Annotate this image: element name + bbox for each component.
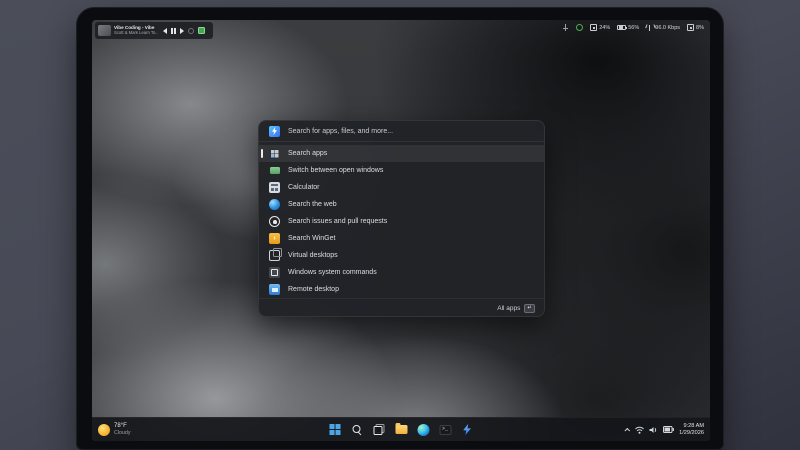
edge-button[interactable] [417, 423, 430, 436]
system-commands-icon [269, 267, 280, 278]
pause-icon[interactable] [171, 28, 176, 34]
system-tray: 9:28 AM 1/29/2026 [626, 418, 704, 441]
media-text: Vibe Coding - Vibe Scott & Mark Learn To… [114, 25, 158, 35]
weather-condition: Cloudy [114, 430, 131, 436]
file-explorer-button[interactable] [395, 423, 408, 436]
all-apps-button[interactable]: All apps [497, 305, 520, 312]
launcher-item-system-commands[interactable]: Windows system commands [259, 264, 544, 281]
tray-clock[interactable]: 9:28 AM 1/29/2026 [679, 423, 704, 437]
selection-indicator [261, 149, 263, 158]
start-icon [330, 424, 341, 435]
laptop-device: Vibe Coding - Vibe Scott & Mark Learn To… [76, 7, 724, 450]
launcher-item-search-apps[interactable]: Search apps [259, 145, 544, 162]
media-subtitle: Scott & Mark Learn To... [114, 31, 158, 36]
weather-text: 78°F Cloudy [114, 423, 131, 437]
taskbar-center-icons: >_ [329, 418, 474, 441]
launcher-item-virtual-desktops[interactable]: Virtual desktops [259, 247, 544, 264]
launcher-footer: All apps ↵ [259, 298, 544, 318]
plug-icon[interactable] [562, 24, 569, 31]
terminal-button[interactable]: >_ [439, 423, 452, 436]
memory-value: 56% [628, 25, 639, 31]
launcher-item-label: Search apps [288, 150, 327, 157]
cpu-value: 24% [599, 25, 610, 31]
launcher-item-remote-desktop[interactable]: Remote desktop [259, 281, 544, 298]
launcher-item-label: Remote desktop [288, 286, 339, 293]
powertoys-icon [463, 424, 471, 435]
media-controls [163, 27, 205, 34]
green-ring-icon[interactable] [576, 24, 583, 31]
taskbar: 78°F Cloudy >_ [92, 417, 710, 441]
powertoys-bolt-icon [269, 126, 280, 137]
launcher-item-calculator[interactable]: Calculator [259, 179, 544, 196]
scene-background: Vibe Coding - Vibe Scott & Mark Learn To… [0, 0, 800, 450]
launcher-item-github-search[interactable]: Search issues and pull requests [259, 213, 544, 230]
launcher-item-label: Search the web [288, 201, 337, 208]
laptop-screen: Vibe Coding - Vibe Scott & Mark Learn To… [92, 20, 710, 441]
network-value: 96.0 Kbps [655, 25, 680, 31]
launcher-item-switch-windows[interactable]: Switch between open windows [259, 162, 544, 179]
volume-icon[interactable] [649, 426, 658, 434]
virtual-desktops-icon [269, 250, 280, 261]
apps-grid-icon [269, 148, 280, 159]
command-palette: Search for apps, files, and more... Sear… [258, 120, 545, 317]
launcher-item-label: Windows system commands [288, 269, 377, 276]
system-status-bar: 24% 56% 96.0 Kbps 8% [562, 24, 704, 31]
edge-icon [417, 424, 429, 436]
media-player-overlay[interactable]: Vibe Coding - Vibe Scott & Mark Learn To… [95, 22, 213, 39]
search-placeholder: Search for apps, files, and more... [288, 128, 393, 135]
network-icon [646, 24, 653, 31]
command-list: Search apps Switch between open windows … [259, 142, 544, 298]
previous-icon[interactable] [163, 28, 167, 34]
task-view-button[interactable] [373, 423, 386, 436]
launcher-item-label: Calculator [288, 184, 320, 191]
launcher-item-label: Search issues and pull requests [288, 218, 387, 225]
winget-icon [269, 233, 280, 244]
dim-circle-icon[interactable] [188, 28, 194, 34]
cpu-icon [590, 24, 597, 31]
search-input[interactable]: Search for apps, files, and more... [259, 121, 544, 141]
start-button[interactable] [329, 423, 342, 436]
green-app-icon[interactable] [198, 27, 205, 34]
disk-stat[interactable]: 8% [687, 24, 704, 31]
powertoys-button[interactable] [461, 423, 474, 436]
tray-time: 9:28 AM [679, 423, 704, 430]
launcher-item-label: Search WinGet [288, 235, 335, 242]
disk-value: 8% [696, 25, 704, 31]
taskbar-weather-widget[interactable]: 78°F Cloudy [98, 418, 131, 441]
launcher-item-winget[interactable]: Search WinGet [259, 230, 544, 247]
task-view-icon [374, 424, 385, 435]
disk-icon [687, 24, 694, 31]
launcher-item-label: Switch between open windows [288, 167, 383, 174]
tray-date: 1/29/2026 [679, 430, 704, 437]
globe-icon [269, 199, 280, 210]
chevron-up-icon[interactable] [625, 427, 631, 433]
window-switch-icon [269, 165, 280, 176]
battery-icon[interactable] [663, 426, 674, 433]
wifi-icon[interactable] [635, 426, 644, 434]
launcher-item-search-web[interactable]: Search the web [259, 196, 544, 213]
cpu-stat[interactable]: 24% [590, 24, 610, 31]
launcher-item-label: Virtual desktops [288, 252, 338, 259]
calculator-icon [269, 182, 280, 193]
taskbar-search-button[interactable] [351, 423, 364, 436]
remote-desktop-icon [269, 284, 280, 295]
network-stat[interactable]: 96.0 Kbps [646, 24, 680, 31]
terminal-icon: >_ [439, 425, 451, 435]
enter-key-icon: ↵ [524, 304, 535, 313]
search-icon [352, 424, 363, 435]
weather-temperature: 78°F [114, 423, 131, 430]
memory-stat[interactable]: 56% [617, 25, 639, 31]
file-explorer-icon [395, 425, 407, 434]
memory-icon [617, 25, 626, 31]
media-thumbnail [98, 25, 111, 36]
github-icon [269, 216, 280, 227]
next-icon[interactable] [180, 28, 184, 34]
sun-icon [98, 424, 110, 436]
